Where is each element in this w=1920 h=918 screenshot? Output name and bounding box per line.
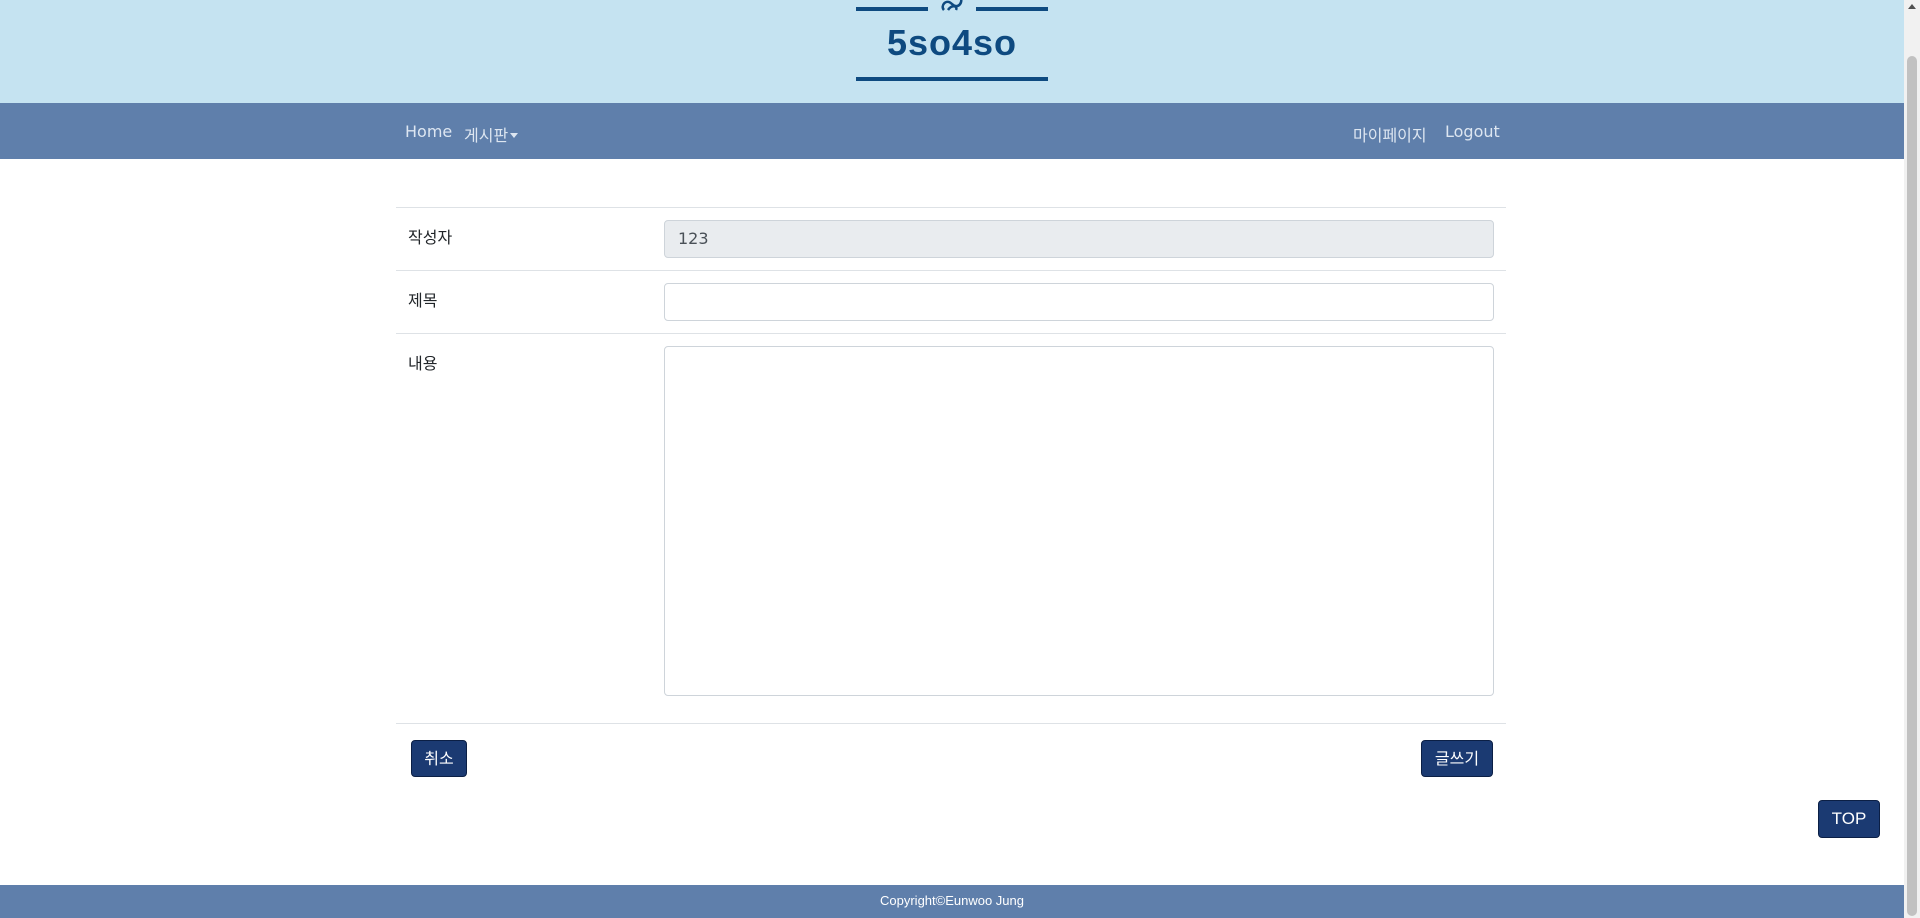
writer-label: 작성자 — [408, 228, 453, 247]
writer-row: 작성자 123 — [396, 207, 1506, 270]
nav-mypage-link[interactable]: 마이페이지 — [1353, 122, 1427, 146]
page-footer: Copyright©Eunwoo Jung — [0, 885, 1904, 918]
title-label: 제목 — [408, 291, 438, 310]
scroll-top-button[interactable]: TOP — [1818, 800, 1880, 838]
site-logo[interactable]: 5so4so — [856, 0, 1048, 84]
logo-underline — [856, 77, 1048, 81]
title-input[interactable] — [664, 283, 1494, 321]
knot-icon — [941, 0, 963, 11]
vertical-scrollbar[interactable] — [1904, 0, 1920, 918]
logo-decor-line — [976, 7, 1048, 11]
scroll-up-arrow-icon[interactable] — [1908, 4, 1916, 9]
nav-board-label: 게시판 — [464, 126, 509, 145]
cancel-button[interactable]: 취소 — [411, 740, 467, 777]
scrollbar-thumb[interactable] — [1907, 56, 1917, 916]
content-textarea[interactable] — [664, 346, 1494, 696]
writer-field: 123 — [664, 220, 1494, 258]
nav-home-link[interactable]: Home — [405, 122, 452, 141]
logo-text: 5so4so — [886, 22, 1018, 63]
top-banner: 5so4so — [0, 0, 1904, 103]
nav-board-dropdown[interactable]: 게시판 — [464, 122, 519, 146]
copyright-text: Copyright©Eunwoo Jung — [880, 893, 1024, 908]
main-navbar: Home 게시판 마이페이지 Logout — [0, 103, 1904, 159]
logo-decor-line — [856, 7, 928, 11]
title-row: 제목 — [396, 270, 1506, 333]
caret-down-icon — [510, 133, 519, 138]
content-row: 내용 — [396, 333, 1506, 724]
content-label: 내용 — [408, 354, 438, 373]
write-button[interactable]: 글쓰기 — [1421, 740, 1493, 777]
nav-logout-link[interactable]: Logout — [1445, 122, 1500, 141]
